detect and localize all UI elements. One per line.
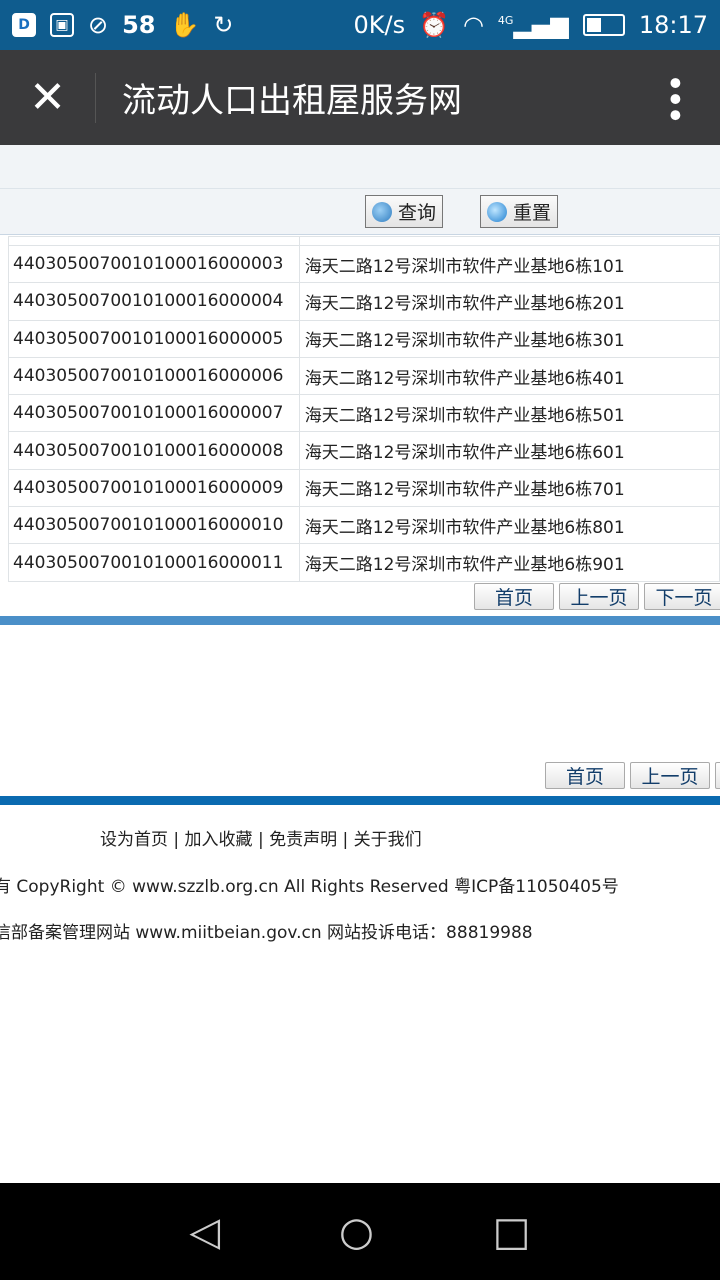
- address-cell: 海天二路12号深圳市软件产业基地6栋201: [298, 282, 720, 321]
- table-row: 4403050070010100016000009 海天二路12号深圳市软件产业基…: [8, 468, 720, 508]
- divider: [0, 188, 720, 189]
- page-title: 流动人口出租屋服务网: [122, 81, 462, 121]
- separator: |: [173, 830, 180, 850]
- filter-bar: 查询 重置: [0, 145, 720, 235]
- close-icon: ✕: [29, 72, 66, 123]
- divider: [0, 796, 720, 805]
- next-page-button[interactable]: 下一页: [644, 583, 720, 610]
- image-icon: ▣: [50, 13, 74, 37]
- results-table: 4403050070010100016000003 海天二路12号深圳市软件产业基…: [8, 236, 720, 582]
- separator: |: [342, 830, 349, 850]
- disclaimer-link[interactable]: 免责声明: [269, 830, 337, 850]
- address-cell: 海天二路12号深圳市软件产业基地6栋601: [298, 431, 720, 470]
- hand-icon: ✋: [169, 11, 200, 39]
- reset-button[interactable]: 重置: [480, 195, 559, 228]
- record-info: 信部备案管理网站 www.miitbeian.gov.cn 网站投诉电话：888…: [0, 923, 533, 943]
- clock: 18:17: [638, 11, 708, 39]
- app-bar: ✕ 流动人口出租屋服务网 •••: [0, 50, 720, 145]
- table-row: 4403050070010100016000003 海天二路12号深圳市软件产业基…: [8, 244, 720, 284]
- network-type: 4G: [497, 14, 514, 27]
- code-cell: 4403050070010100016000010: [8, 506, 300, 545]
- address-cell: 海天二路12号深圳市软件产业基地6栋801: [298, 506, 720, 545]
- divider: [0, 616, 720, 625]
- d-app-icon: D: [12, 13, 36, 37]
- home-icon[interactable]: ○: [339, 1209, 374, 1255]
- status-bar: D ▣ ⊘ 58 ✋ ↻ 0K/s ⏰ ◠ 4G▂▄▆ 18:17: [0, 0, 720, 50]
- table-row: 4403050070010100016000008 海天二路12号深圳市软件产业基…: [8, 431, 720, 470]
- battery-icon: [582, 14, 625, 36]
- next-page-button-bottom[interactable]: [715, 762, 720, 789]
- refresh-icon: [487, 201, 507, 222]
- camera-off-icon: ⊘: [88, 11, 109, 39]
- table-row: 4403050070010100016000006 海天二路12号深圳市软件产业基…: [8, 356, 720, 396]
- navigation-bar: ◁ ○ □: [0, 1183, 720, 1280]
- prev-page-button[interactable]: 上一页: [559, 583, 639, 610]
- address-cell: 海天二路12号深圳市软件产业基地6栋501: [298, 394, 720, 433]
- address-cell: 海天二路12号深圳市软件产业基地6栋301: [298, 319, 720, 358]
- about-link[interactable]: 关于我们: [354, 830, 422, 850]
- code-cell: 4403050070010100016000004: [8, 282, 300, 321]
- close-button[interactable]: ✕: [0, 72, 96, 123]
- first-page-button[interactable]: 首页: [474, 583, 554, 610]
- address-cell: 海天二路12号深圳市软件产业基地6栋701: [298, 468, 720, 508]
- code-cell: 4403050070010100016000005: [8, 319, 300, 358]
- table-row: 4403050070010100016000005 海天二路12号深圳市软件产业基…: [8, 319, 720, 358]
- alarm-icon: ⏰: [419, 11, 449, 39]
- magnifier-icon: [372, 201, 392, 222]
- footer-links: 设为首页 | 加入收藏 | 免责声明 | 关于我们: [100, 825, 422, 850]
- table-row: 4403050070010100016000004 海天二路12号深圳市软件产业基…: [8, 282, 720, 321]
- prev-page-button-bottom[interactable]: 上一页: [630, 762, 710, 789]
- network-speed: 0K/s: [353, 11, 406, 39]
- code-cell: 4403050070010100016000006: [8, 356, 300, 396]
- table-row: 4403050070010100016000007 海天二路12号深圳市软件产业基…: [8, 394, 720, 433]
- code-cell: 4403050070010100016000003: [8, 244, 300, 284]
- table-row: 4403050070010100016000011 海天二路12号深圳市软件产业基…: [8, 543, 720, 582]
- separator: |: [257, 830, 264, 850]
- add-favorite-link[interactable]: 加入收藏: [185, 830, 253, 850]
- search-label: 查询: [398, 202, 437, 224]
- sync-icon: ↻: [213, 11, 234, 39]
- address-cell: 海天二路12号深圳市软件产业基地6栋901: [298, 543, 720, 582]
- wifi-icon: ◠: [462, 11, 484, 39]
- address-cell: 海天二路12号深圳市软件产业基地6栋101: [298, 244, 720, 284]
- 58-icon: 58: [122, 11, 156, 39]
- code-cell: 4403050070010100016000007: [8, 394, 300, 433]
- reset-label: 重置: [513, 202, 552, 224]
- address-cell: 海天二路12号深圳市软件产业基地6栋401: [298, 356, 720, 396]
- search-button[interactable]: 查询: [365, 195, 444, 228]
- code-cell: 4403050070010100016000008: [8, 431, 300, 470]
- first-page-button-bottom[interactable]: 首页: [545, 762, 625, 789]
- code-cell: 4403050070010100016000011: [8, 543, 300, 582]
- copyright: 有 CopyRight © www.szzlb.org.cn All Right…: [0, 877, 619, 897]
- recents-icon[interactable]: □: [493, 1209, 531, 1255]
- signal-icon: 4G▂▄▆: [497, 11, 569, 39]
- back-icon[interactable]: ◁: [189, 1209, 220, 1255]
- table-row: 4403050070010100016000010 海天二路12号深圳市软件产业基…: [8, 506, 720, 545]
- code-cell: 4403050070010100016000009: [8, 468, 300, 508]
- set-homepage-link[interactable]: 设为首页: [100, 830, 168, 850]
- more-options-icon[interactable]: •••: [654, 73, 694, 121]
